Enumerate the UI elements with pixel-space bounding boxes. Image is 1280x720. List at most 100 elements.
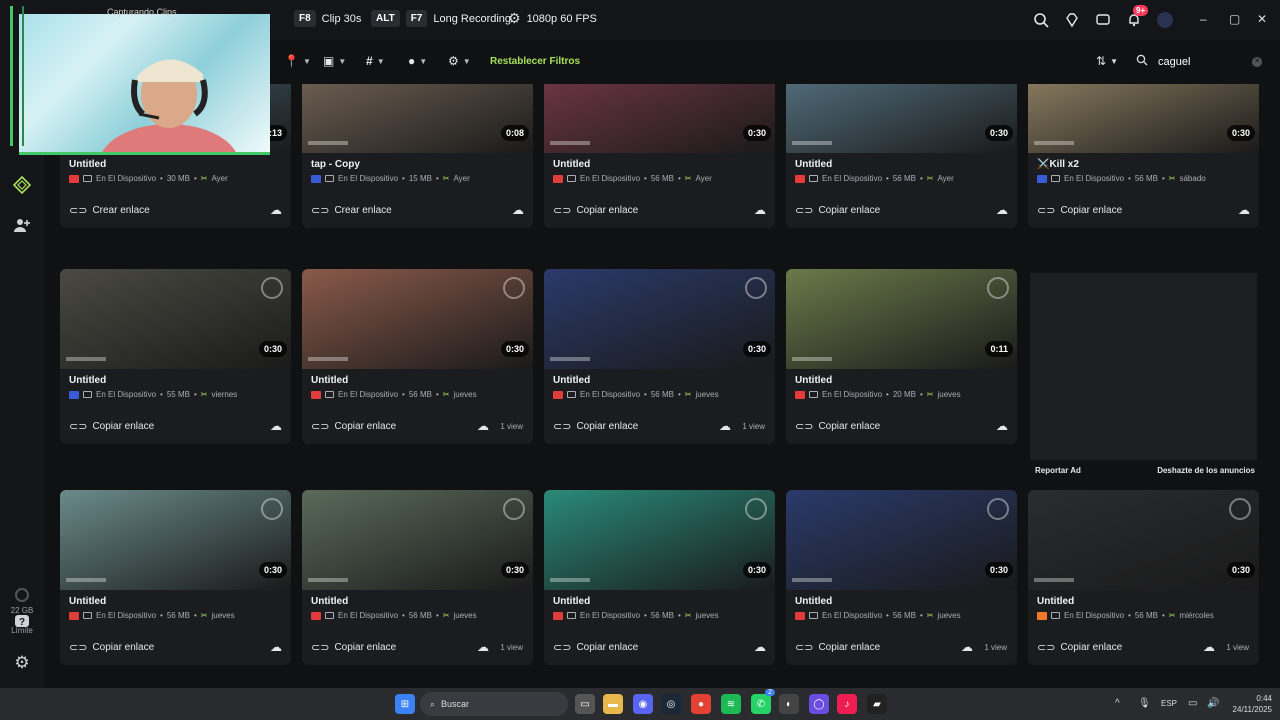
- clip-card[interactable]: 0:30 Untitled En El Dispositivo • 56 MB …: [544, 84, 775, 228]
- app-icon[interactable]: ▰: [867, 694, 887, 714]
- search-input[interactable]: [1158, 56, 1248, 68]
- report-ad-button[interactable]: Reportar Ad: [1035, 466, 1081, 475]
- clip-thumbnail[interactable]: 0:11: [786, 269, 1017, 369]
- settings-filter[interactable]: ⚙ ▼: [448, 54, 471, 68]
- monitor-icon[interactable]: ▭: [1188, 698, 1197, 709]
- sort-button[interactable]: ⇅ ▼: [1096, 54, 1118, 68]
- taskbar-search[interactable]: ⌕ Buscar: [420, 692, 568, 716]
- cloud-upload-icon[interactable]: ☁: [512, 203, 524, 217]
- location-filter[interactable]: 📍 ▼: [284, 54, 311, 68]
- link-button[interactable]: ⊂⊃ Copiar enlace: [553, 204, 638, 217]
- app-icon[interactable]: ◯: [809, 694, 829, 714]
- clip-card[interactable]: 0:30 Untitled En El Dispositivo • 56 MB …: [544, 490, 775, 665]
- clip-card[interactable]: 0:08 tap - Copy En El Dispositivo • 15 M…: [302, 84, 533, 228]
- link-button[interactable]: ⊂⊃ Copiar enlace: [1037, 204, 1122, 217]
- cloud-upload-icon[interactable]: ☁: [961, 640, 973, 654]
- clip-thumbnail[interactable]: 0:30: [302, 490, 533, 590]
- clip-title[interactable]: ⚔️Kill x2: [1037, 159, 1079, 170]
- clip-card[interactable]: 0:30 Untitled En El Dispositivo • 56 MB …: [544, 269, 775, 444]
- clip-card[interactable]: 0:30 Untitled En El Dispositivo • 56 MB …: [302, 269, 533, 444]
- cloud-upload-icon[interactable]: ☁: [270, 640, 282, 654]
- clip-title[interactable]: Untitled: [69, 596, 106, 607]
- tag-filter[interactable]: # ▼: [366, 54, 385, 68]
- link-button[interactable]: ⊂⊃ Copiar enlace: [795, 204, 880, 217]
- cloud-upload-icon[interactable]: ☁: [1238, 203, 1250, 217]
- clip-card[interactable]: 0:30 Untitled En El Dispositivo • 56 MB …: [60, 490, 291, 665]
- whatsapp-icon[interactable]: ✆ 2: [751, 689, 775, 714]
- clip-card[interactable]: 0:30 Untitled En El Dispositivo • 56 MB …: [786, 490, 1017, 665]
- clip-thumbnail[interactable]: 0:30: [786, 84, 1017, 153]
- hotkey-long-recording[interactable]: ALT F7 Long Recording: [371, 10, 511, 27]
- chevron-up-icon[interactable]: ^: [1115, 698, 1120, 709]
- diamond-icon[interactable]: [1063, 11, 1081, 29]
- clip-thumbnail[interactable]: 0:30: [544, 490, 775, 590]
- minimize-icon[interactable]: –: [1200, 12, 1207, 26]
- link-button[interactable]: ⊂⊃ Crear enlace: [311, 204, 392, 217]
- clip-card[interactable]: 0:30 Untitled En El Dispositivo • 56 MB …: [786, 84, 1017, 228]
- quality-setting[interactable]: ⚙ 1080p 60 FPS: [508, 10, 597, 27]
- clip-title[interactable]: Untitled: [1037, 596, 1074, 607]
- clip-title[interactable]: Untitled: [553, 375, 590, 386]
- clip-title[interactable]: Untitled: [69, 159, 106, 170]
- hotkey-clip[interactable]: F8 Clip 30s: [294, 10, 361, 27]
- link-button[interactable]: ⊂⊃ Copiar enlace: [311, 641, 396, 654]
- reset-filters-button[interactable]: Restablecer Filtros: [490, 56, 580, 67]
- spotify-icon[interactable]: ≋: [721, 694, 741, 714]
- cloud-upload-icon[interactable]: ☁: [754, 203, 766, 217]
- cloud-upload-icon[interactable]: ☁: [996, 203, 1008, 217]
- clip-title[interactable]: Untitled: [553, 159, 590, 170]
- clip-card[interactable]: 0:11 Untitled En El Dispositivo • 20 MB …: [786, 269, 1017, 444]
- windows-start-icon[interactable]: ⊞: [395, 694, 415, 714]
- cloud-upload-icon[interactable]: ☁: [477, 419, 489, 433]
- taskbar-clock[interactable]: 0:44 24/11/2025: [1226, 693, 1272, 715]
- close-icon[interactable]: ✕: [1257, 12, 1267, 26]
- file-explorer-icon[interactable]: ▬: [603, 694, 623, 714]
- media-filter[interactable]: ▣ ▼: [323, 54, 346, 68]
- language-indicator[interactable]: ESP: [1161, 699, 1177, 708]
- clip-thumbnail[interactable]: 0:08: [302, 84, 533, 153]
- volume-icon[interactable]: 🔊: [1207, 698, 1219, 709]
- clip-card[interactable]: 0:30 Untitled En El Dispositivo • 56 MB …: [1028, 490, 1259, 665]
- link-button[interactable]: ⊂⊃ Copiar enlace: [795, 641, 880, 654]
- settings-icon[interactable]: ⚙: [13, 653, 31, 672]
- clip-title[interactable]: Untitled: [311, 596, 348, 607]
- clear-search-icon[interactable]: ✕: [1252, 57, 1262, 67]
- cloud-upload-icon[interactable]: ☁: [719, 419, 731, 433]
- cloud-upload-icon[interactable]: ☁: [270, 419, 282, 433]
- add-friend-icon[interactable]: [13, 216, 31, 234]
- clip-thumbnail[interactable]: 0:30: [60, 269, 291, 369]
- clip-title[interactable]: Untitled: [553, 596, 590, 607]
- tiktok-icon[interactable]: ♪: [837, 694, 857, 714]
- clip-title[interactable]: tap - Copy: [311, 159, 360, 170]
- link-button[interactable]: ⊂⊃ Copiar enlace: [1037, 641, 1122, 654]
- link-button[interactable]: ⊂⊃ Copiar enlace: [69, 641, 154, 654]
- link-button[interactable]: ⊂⊃ Copiar enlace: [69, 420, 154, 433]
- clip-thumbnail[interactable]: 0:30: [1028, 490, 1259, 590]
- link-button[interactable]: ⊂⊃ Crear enlace: [69, 204, 150, 217]
- chrome-icon[interactable]: ●: [691, 694, 711, 714]
- clip-thumbnail[interactable]: 0:30: [1028, 84, 1259, 153]
- cloud-upload-icon[interactable]: ☁: [477, 640, 489, 654]
- clip-thumbnail[interactable]: 0:30: [544, 84, 775, 153]
- clip-card[interactable]: 0:30 ⚔️Kill x2 En El Dispositivo • 56 MB…: [1028, 84, 1259, 228]
- cloud-upload-icon[interactable]: ☁: [1203, 640, 1215, 654]
- link-button[interactable]: ⊂⊃ Copiar enlace: [795, 420, 880, 433]
- maximize-icon[interactable]: ▢: [1229, 12, 1240, 26]
- clip-card[interactable]: 0:30 Untitled En El Dispositivo • 56 MB …: [302, 490, 533, 665]
- cloud-upload-icon[interactable]: ☁: [754, 640, 766, 654]
- cloud-upload-icon[interactable]: ☁: [996, 419, 1008, 433]
- app-icon[interactable]: ◐: [779, 694, 799, 714]
- clip-title[interactable]: Untitled: [795, 159, 832, 170]
- remove-ads-button[interactable]: Deshazte de los anuncios: [1157, 466, 1255, 475]
- link-button[interactable]: ⊂⊃ Copiar enlace: [553, 420, 638, 433]
- clip-title[interactable]: Untitled: [311, 375, 348, 386]
- microphone-icon[interactable]: 🎙: [1138, 698, 1151, 709]
- clip-thumbnail[interactable]: 0:30: [302, 269, 533, 369]
- clips-diamond-icon[interactable]: [13, 176, 31, 194]
- search-icon[interactable]: [1032, 11, 1050, 29]
- discord-icon[interactable]: ◉: [633, 694, 653, 714]
- clip-thumbnail[interactable]: 0:30: [786, 490, 1017, 590]
- ad-placeholder[interactable]: [1030, 273, 1257, 460]
- chat-icon[interactable]: [1094, 11, 1112, 29]
- user-filter[interactable]: ● ▼: [408, 54, 427, 68]
